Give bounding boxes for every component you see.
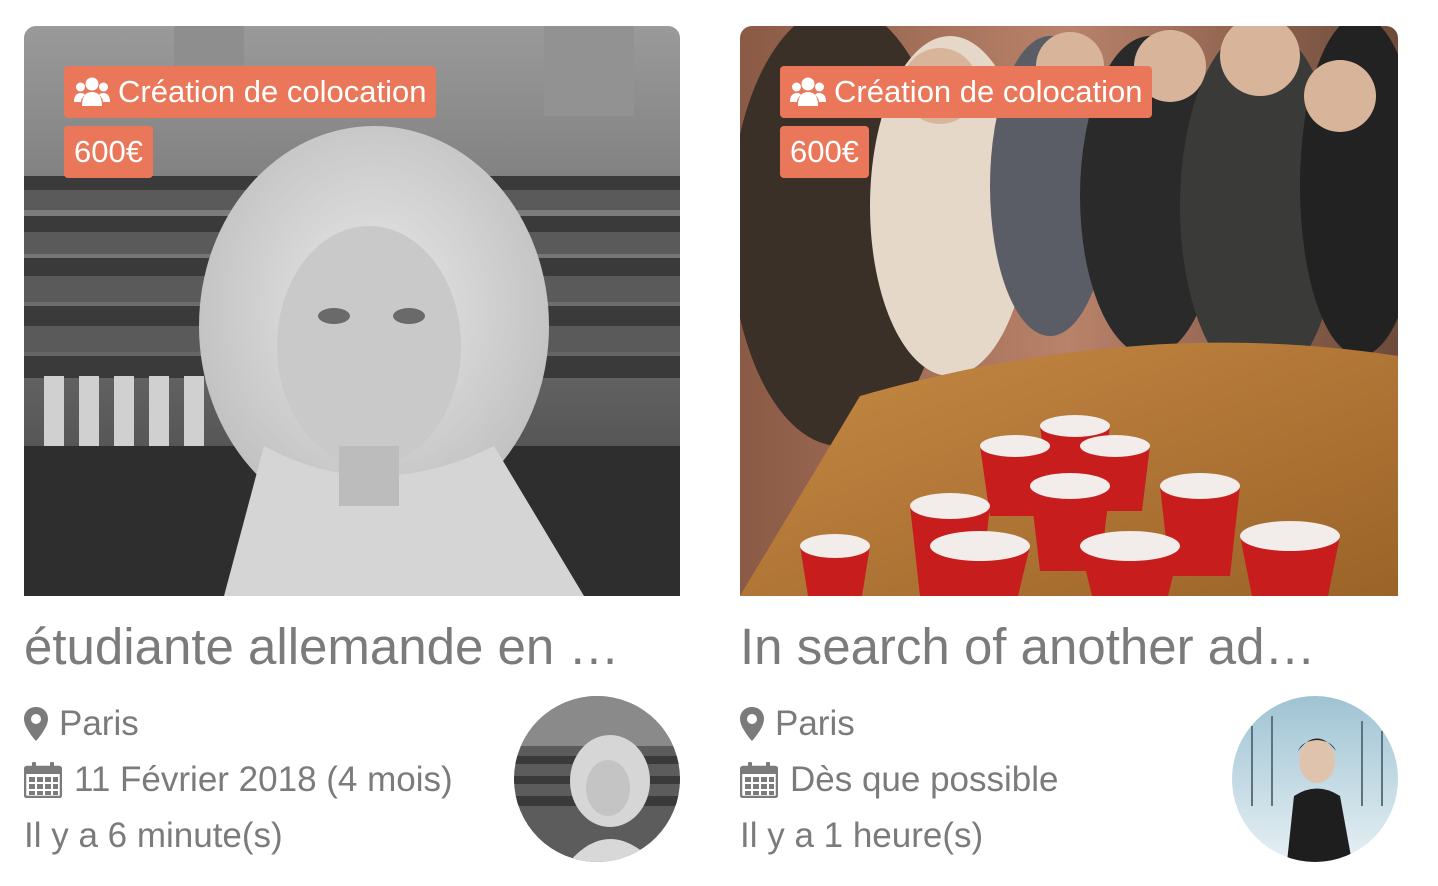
pin-icon — [24, 707, 48, 741]
posted-time: Il y a 6 minute(s) — [24, 816, 283, 855]
price-label: 600€ — [74, 134, 143, 169]
listing-title[interactable]: étudiante allemande en … — [24, 614, 680, 680]
listing-card[interactable]: Création de colocation 600€ étudiante al… — [24, 26, 680, 876]
avatar[interactable] — [514, 696, 680, 862]
listing-photo[interactable]: Création de colocation 600€ — [740, 26, 1398, 596]
listing-location: Paris — [740, 702, 855, 746]
avatar-image — [514, 696, 680, 862]
date-label: 11 Février 2018 (4 mois) — [74, 760, 453, 799]
users-icon — [74, 77, 110, 106]
pin-icon — [740, 707, 764, 741]
listing-type-badge: Création de colocation — [64, 66, 437, 118]
calendar-icon — [740, 762, 778, 798]
listing-photo[interactable]: Création de colocation 600€ — [24, 26, 680, 596]
listing-type-badge: Création de colocation — [780, 66, 1153, 118]
posted-time: Il y a 1 heure(s) — [740, 816, 984, 855]
location-label: Paris — [59, 704, 139, 743]
listing-type-label: Création de colocation — [834, 74, 1143, 109]
listing-title[interactable]: In search of another ad… — [740, 614, 1398, 680]
price-badge: 600€ — [780, 126, 869, 178]
avatar[interactable] — [1232, 696, 1398, 862]
price-label: 600€ — [790, 134, 859, 169]
avatar-image — [1232, 696, 1398, 862]
price-badge: 600€ — [64, 126, 153, 178]
date-label: Dès que possible — [790, 760, 1059, 799]
listing-grid: Création de colocation 600€ étudiante al… — [0, 0, 1438, 886]
location-label: Paris — [775, 704, 855, 743]
users-icon — [790, 77, 826, 106]
listing-location: Paris — [24, 702, 139, 746]
listing-date: Dès que possible — [740, 758, 1059, 802]
listing-card[interactable]: Création de colocation 600€ In search of… — [740, 26, 1398, 876]
listing-date: 11 Février 2018 (4 mois) — [24, 758, 453, 802]
calendar-icon — [24, 762, 62, 798]
listing-type-label: Création de colocation — [118, 74, 427, 109]
